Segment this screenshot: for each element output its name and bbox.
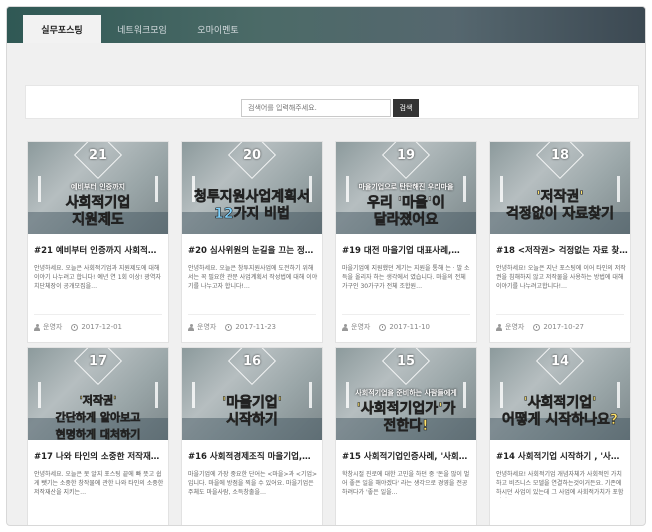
post-meta: 운영자 2017-11-23: [188, 322, 276, 332]
card-divider: [188, 314, 316, 315]
thumbnail-headline: 전한다!: [383, 418, 429, 435]
post-number: 17: [88, 354, 108, 369]
user-icon: [188, 323, 194, 331]
post-excerpt: 안녕하세요. 오늘은 못 알지 포스팅 끝에 빠 뜻고 쉽게 뺏기는 소중한 창…: [34, 471, 164, 496]
post-excerpt: 안녕하세요. 오늘은 사회적기업과 지원제도에 대해 이야기 나누려고 합니다!…: [34, 265, 161, 290]
post-number: 16: [242, 354, 262, 369]
post-title[interactable]: #14 사회적기업 시작하기 , '사…: [496, 450, 628, 462]
thumbnail-headline: 간단하게 알아보고: [55, 411, 141, 425]
post-card[interactable]: 21 예비부터 인증까지 사회적기업 지원제도 #21 예비부터 인증까지 사회적…: [27, 141, 169, 343]
card-divider: [496, 314, 624, 315]
page-frame: 실무포스팅 네트워크모임 오마이멘토 검색 21 예비부터 인증까지 사회적기업…: [6, 6, 646, 526]
post-title[interactable]: #15 사회적기업인증사례, '사회…: [342, 450, 474, 462]
post-excerpt: 안녕하세요! 오늘은 지난 포스팅에 이어 타인의 저작권을 침해하지 않고 저…: [496, 265, 626, 290]
post-title[interactable]: #20 심사위원의 눈길을 끄는 정…: [188, 244, 320, 256]
thumbnail-headline: 12가지 비법: [214, 206, 290, 223]
thumbnail-headline: '저작권': [79, 394, 117, 408]
post-thumbnail[interactable]: 15 사회적기업을 준비하는 사람들에게 '사회적기업가'가 전한다!: [336, 348, 476, 440]
post-card[interactable]: 17 '저작권' 간단하게 알아보고현명하게 대처하기 #17 나와 타인의 소중…: [27, 347, 169, 525]
search-input[interactable]: [241, 99, 391, 117]
tab-practical-posting[interactable]: 실무포스팅: [23, 15, 101, 43]
post-card[interactable]: 16 '마을기업' 시작하기 #16 사회적경제조직 마을기업,… 마을기업에 가…: [181, 347, 323, 525]
thumbnail-headline: 걱정없이 자료찾기: [506, 206, 615, 223]
thumbnail-subtitle: 마을기업으로 탄탄해진 우리마을: [358, 183, 454, 191]
post-title[interactable]: #18 <저작권> 걱정없는 자료 찾…: [496, 244, 628, 256]
post-thumbnail[interactable]: 19 마을기업으로 탄탄해진 우리마을 우리 '마을'이 달라졌어요: [336, 142, 476, 234]
post-author: 운영자: [505, 323, 525, 331]
post-number: 20: [242, 148, 262, 163]
clock-icon: [533, 323, 541, 331]
thumbnail-headline: 지원제도: [72, 212, 124, 229]
post-card[interactable]: 19 마을기업으로 탄탄해진 우리마을 우리 '마을'이 달라졌어요 #19 대전…: [335, 141, 477, 343]
card-divider: [342, 314, 470, 315]
post-number: 19: [396, 148, 416, 163]
user-icon: [342, 323, 348, 331]
post-excerpt: 안녕하세요. 오늘은 창투지원사업에 도전하기 위해서는 꼭 필요한 관문 사업…: [188, 265, 318, 290]
card-divider: [34, 314, 162, 315]
post-thumbnail[interactable]: 17 '저작권' 간단하게 알아보고현명하게 대처하기: [28, 348, 168, 440]
post-thumbnail[interactable]: 14 '사회적기업' 어떻게 시작하나요?: [490, 348, 630, 440]
post-date: 2017-12-01: [81, 323, 123, 331]
post-card[interactable]: 15 사회적기업을 준비하는 사람들에게 '사회적기업가'가 전한다! #15 사…: [335, 347, 477, 525]
search-button[interactable]: 검색: [393, 99, 419, 117]
post-card[interactable]: 18 '저작권' 걱정없이 자료찾기 #18 <저작권> 걱정없는 자료 찾… 안…: [489, 141, 631, 343]
header-banner-image: [7, 7, 645, 43]
tab-oh-my-mentor[interactable]: 오마이멘토: [183, 15, 253, 43]
post-meta: 운영자 2017-11-10: [342, 322, 430, 332]
post-date: 2017-10-27: [543, 323, 585, 331]
thumbnail-subtitle: 예비부터 인증까지: [71, 183, 125, 191]
post-thumbnail[interactable]: 20 청투지원사업계획서 12가지 비법: [182, 142, 322, 234]
clock-icon: [71, 323, 79, 331]
post-title[interactable]: #21 예비부터 인증까지 사회적…: [34, 244, 166, 256]
post-date: 2017-11-10: [389, 323, 431, 331]
thumbnail-headline: 시작하기: [226, 412, 278, 429]
post-thumbnail[interactable]: 21 예비부터 인증까지 사회적기업 지원제도: [28, 142, 168, 234]
user-icon: [34, 323, 40, 331]
post-excerpt: 마을기업에 지원했던 계기는 지원을 통해 는 · 발 소득을 올리자 하는 생…: [342, 265, 470, 290]
post-date: 2017-11-23: [235, 323, 277, 331]
post-title[interactable]: #19 대전 마을기업 대표사례,…: [342, 244, 474, 256]
post-number: 18: [550, 148, 570, 163]
post-meta: 운영자 2017-12-01: [34, 322, 122, 332]
tab-network-meeting[interactable]: 네트워크모임: [107, 15, 177, 43]
post-number: 21: [88, 148, 108, 163]
thumbnail-headline: 달라졌어요: [373, 212, 439, 229]
top-navigation-bar: 실무포스팅 네트워크모임 오마이멘토: [7, 7, 645, 43]
user-icon: [496, 323, 502, 331]
post-author: 운영자: [351, 323, 371, 331]
post-meta: 운영자 2017-10-27: [496, 322, 584, 332]
thumbnail-headline: 현명하게 대처하기: [55, 428, 141, 440]
thumbnail-headline: 어떻게 시작하나요?: [501, 412, 619, 429]
clock-icon: [225, 323, 233, 331]
post-card[interactable]: 20 청투지원사업계획서 12가지 비법 #20 심사위원의 눈길을 끄는 정… …: [181, 141, 323, 343]
post-title[interactable]: #17 나와 타인의 소중한 저작재…: [34, 450, 166, 462]
post-thumbnail[interactable]: 16 '마을기업' 시작하기: [182, 348, 322, 440]
clock-icon: [379, 323, 387, 331]
post-author: 운영자: [43, 323, 63, 331]
post-thumbnail[interactable]: 18 '저작권' 걱정없이 자료찾기: [490, 142, 630, 234]
post-number: 14: [550, 354, 570, 369]
thumbnail-subtitle: 사회적기업을 준비하는 사람들에게: [355, 389, 457, 397]
post-card[interactable]: 14 '사회적기업' 어떻게 시작하나요? #14 사회적기업 시작하기 , '사…: [489, 347, 631, 525]
post-excerpt: 안녕하세요! 사회적기업 개념자체가 사회적인 가치하고 비즈니스 모델을 연결…: [496, 471, 624, 496]
post-author: 운영자: [197, 323, 217, 331]
post-number: 15: [396, 354, 416, 369]
post-title[interactable]: #16 사회적경제조직 마을기업,…: [188, 450, 320, 462]
post-excerpt: 학창시절 진로에 대한 고민을 하던 중 '돈을 많이 벌어 좋은 일을 해야겠…: [342, 471, 470, 496]
post-excerpt: 마을기업에 가장 중요한 단어는 <마을>과 <기업> 입니다. 마을에 방점을…: [188, 471, 318, 496]
